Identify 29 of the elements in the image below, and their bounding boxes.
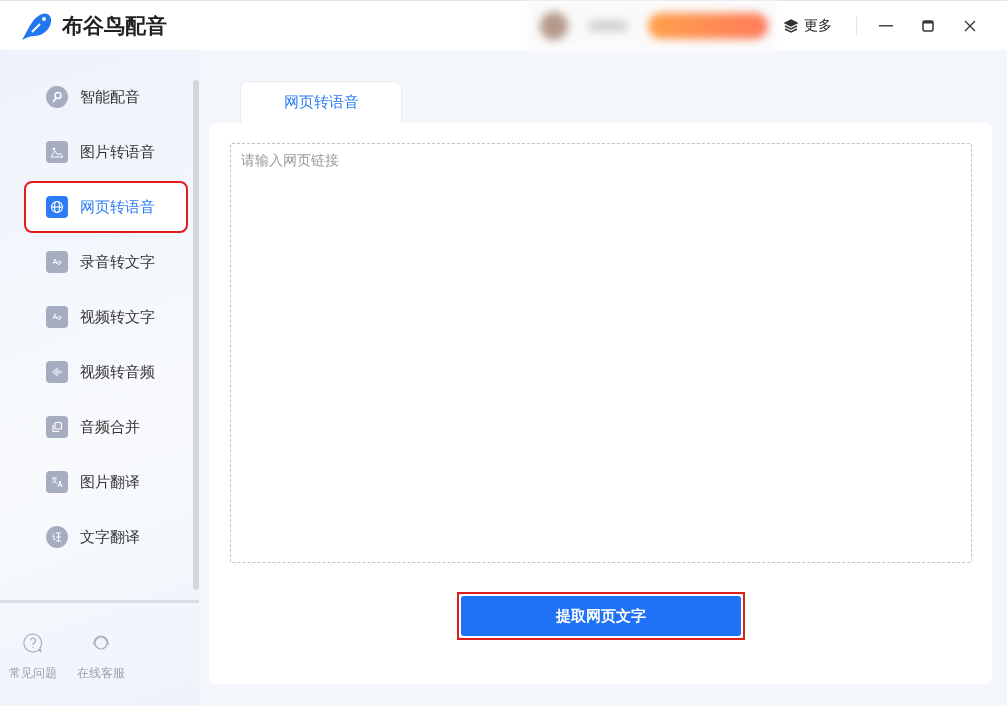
sidebar-item[interactable]: 文字翻译 — [26, 513, 186, 561]
sidebar-item[interactable]: 录音转文字 — [26, 238, 186, 286]
sidebar-item[interactable]: 智能配音 — [26, 73, 186, 121]
layers-icon — [784, 18, 798, 33]
maximize-icon — [922, 19, 934, 32]
scrollbar[interactable] — [193, 80, 199, 590]
close-icon — [964, 19, 976, 32]
aa-video-icon — [46, 306, 68, 328]
help-icon — [23, 633, 43, 653]
more-button[interactable]: 更多 — [776, 16, 840, 35]
url-input-field[interactable]: 请输入网页链接 — [229, 143, 972, 563]
sidebar-item[interactable]: 图片翻译 — [26, 458, 186, 506]
minimize-icon — [879, 24, 893, 27]
blurred-avatar — [540, 11, 568, 40]
sidebar-item[interactable]: 音频合并 — [26, 403, 186, 451]
blurred-username — [588, 20, 628, 31]
sidebar-item[interactable]: 网页转语音 — [26, 183, 186, 231]
extract-button[interactable]: 提取网页文字 — [460, 596, 741, 636]
app-title: 布谷鸟配音 — [62, 12, 167, 40]
tab[interactable]: 网页转语音 — [240, 81, 402, 123]
sidebar-item[interactable]: 图片转语音 — [26, 128, 186, 176]
sidebar-item[interactable]: 视频转音频 — [26, 348, 186, 396]
translate-bubble-icon — [46, 526, 68, 548]
image-icon — [46, 141, 68, 163]
translate-icon — [46, 471, 68, 493]
sidebar-item[interactable]: 视频转文字 — [26, 293, 186, 341]
aa-bubble-icon — [46, 251, 68, 273]
globe-icon — [46, 196, 68, 218]
merge-icon — [46, 416, 68, 438]
